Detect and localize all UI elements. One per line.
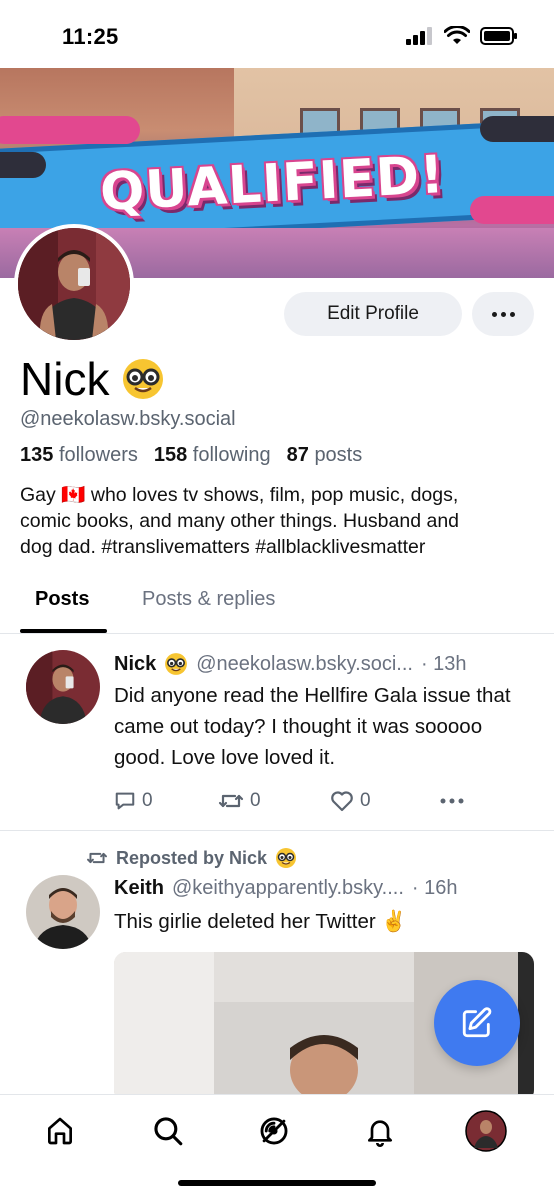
nerd-face-emoji-icon (123, 359, 164, 399)
posts-label: posts (314, 444, 363, 466)
profile-bio: Gay 🇨🇦 who loves tv shows, film, pop mus… (20, 482, 540, 560)
post-author-handle[interactable]: @keithyapparently.bsky.... (172, 877, 404, 900)
nerd-face-emoji-icon (276, 848, 297, 868)
avatar-image (26, 650, 100, 724)
post-author-name[interactable]: Nick (114, 653, 156, 676)
bio-line: dog dad. #translivematters #allblacklive… (20, 536, 426, 558)
reply-icon (115, 792, 135, 810)
post-actions: 0 0 0 (114, 790, 464, 812)
more-options-button[interactable] (472, 292, 534, 336)
profile-handle: @neekolasw.bsky.social (20, 408, 236, 430)
wifi-icon (444, 26, 470, 44)
banner-shape (0, 116, 140, 144)
like-count: 0 (360, 790, 371, 811)
followers-count: 135 (20, 444, 54, 466)
heart-icon (331, 791, 353, 812)
compose-button[interactable] (434, 980, 520, 1066)
banner-shape (470, 196, 554, 224)
posts-stat: 87 posts (287, 444, 363, 467)
nav-feeds[interactable] (252, 1109, 296, 1153)
nav-home[interactable] (38, 1109, 82, 1153)
more-icon-dot (500, 311, 506, 317)
compose-icon (462, 1007, 492, 1038)
post-text: Did anyone read the Hellfire Gala issue … (114, 684, 511, 769)
home-indicator[interactable] (178, 1180, 376, 1186)
status-bar: 11:25 (0, 0, 554, 68)
profile-avatar (465, 1110, 507, 1152)
post-text: This girlie deleted her Twitter ✌️ (114, 910, 407, 933)
post-timestamp: · 13h (420, 652, 467, 675)
search-icon (154, 1117, 183, 1146)
feeds-icon (260, 1117, 288, 1145)
post-author-handle[interactable]: @neekolasw.bsky.soci... (196, 653, 413, 676)
avatar-image (26, 875, 100, 949)
post-more-button[interactable] (440, 798, 464, 804)
tab-posts-and-replies[interactable]: Posts & replies (142, 588, 275, 611)
post-header: Nick @neekolasw.bsky.soci... · 13h (114, 652, 467, 676)
display-name-text: Nick (20, 353, 110, 405)
bio-line: comic books, and many other things. Husb… (20, 510, 460, 532)
repost-indicator: Reposted by Nick (86, 847, 297, 869)
active-tab-indicator (20, 629, 107, 633)
signal-icon (406, 27, 432, 45)
home-icon (48, 1117, 72, 1145)
avatar-image (18, 228, 130, 340)
bio-line: Gay 🇨🇦 who loves tv shows, film, pop mus… (20, 484, 459, 506)
post-header: Keith @keithyapparently.bsky.... · 16h (114, 877, 457, 900)
repost-icon (87, 852, 107, 864)
post-author-name[interactable]: Keith (114, 877, 164, 900)
feed-post[interactable]: Nick @neekolasw.bsky.soci... · 13h Did a… (0, 634, 554, 830)
more-icon (491, 311, 497, 317)
following-label: following (192, 444, 271, 466)
profile-tabs: Posts Posts & replies (0, 580, 554, 634)
nerd-face-emoji-icon (165, 653, 188, 675)
repost-count: 0 (250, 790, 261, 811)
status-icons (406, 26, 518, 46)
followers-label: followers (58, 444, 138, 466)
banner-shape (480, 116, 554, 142)
posts-count: 87 (286, 444, 309, 466)
nav-notifications[interactable] (358, 1109, 402, 1153)
status-time: 11:25 (62, 24, 119, 49)
followers-stat[interactable]: 135 followers (20, 444, 138, 467)
profile-stats: 135 followers 158 following 87 posts (20, 444, 362, 467)
nav-profile[interactable] (464, 1109, 508, 1153)
post-author-avatar[interactable] (26, 875, 100, 949)
battery-icon (480, 27, 517, 45)
like-button[interactable]: 0 (330, 790, 440, 812)
tab-posts[interactable]: Posts (35, 588, 89, 611)
post-timestamp: · 16h (411, 877, 458, 899)
notifications-icon (368, 1120, 392, 1147)
display-name: Nick (20, 352, 165, 406)
more-icon-dot (509, 311, 515, 317)
repost-icon (218, 794, 244, 808)
following-stat[interactable]: 158 following (154, 444, 271, 467)
reply-count: 0 (142, 790, 153, 811)
more-icon (440, 798, 464, 804)
banner-shape (0, 152, 46, 178)
edit-profile-button[interactable]: Edit Profile (284, 292, 462, 336)
nav-search[interactable] (146, 1109, 190, 1153)
reply-button[interactable]: 0 (114, 790, 218, 812)
repost-label[interactable]: Reposted by Nick (116, 848, 267, 869)
post-author-avatar[interactable] (26, 650, 100, 724)
profile-avatar[interactable] (14, 224, 134, 344)
repost-button[interactable]: 0 (218, 790, 330, 812)
following-count: 158 (153, 444, 188, 466)
